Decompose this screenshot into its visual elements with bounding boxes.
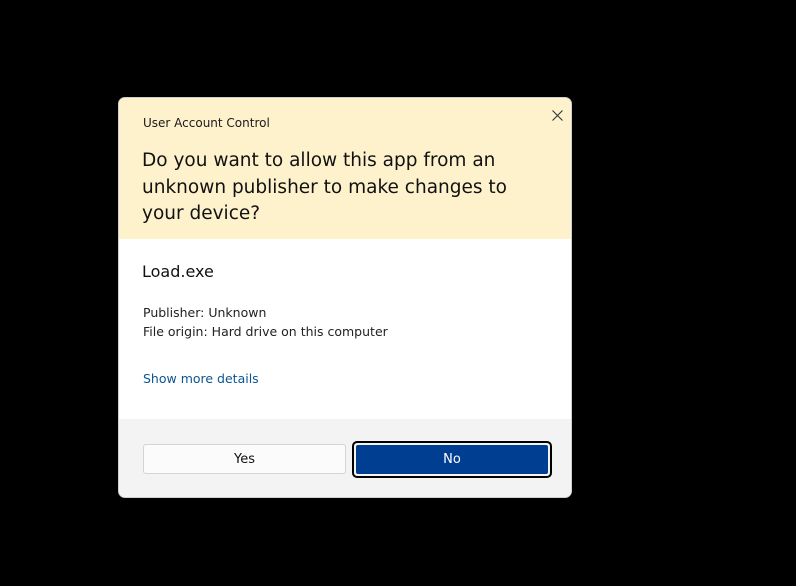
close-icon	[551, 109, 563, 121]
dialog-title: User Account Control	[143, 116, 270, 130]
close-button[interactable]	[545, 104, 569, 126]
dialog-question: Do you want to allow this app from an un…	[142, 150, 507, 224]
app-name: Load.exe	[142, 262, 214, 281]
yes-button[interactable]: Yes	[143, 444, 346, 474]
no-button[interactable]: No	[356, 445, 548, 474]
publisher-text: Publisher: Unknown	[143, 305, 267, 320]
dialog-footer: Yes No	[119, 419, 571, 497]
no-button-focus-ring: No	[352, 441, 552, 478]
dialog-header: User Account Control Do you want to allo…	[119, 98, 571, 239]
uac-dialog: User Account Control Do you want to allo…	[118, 97, 572, 498]
show-more-details-link[interactable]: Show more details	[143, 371, 259, 386]
file-origin-text: File origin: Hard drive on this computer	[143, 324, 388, 339]
